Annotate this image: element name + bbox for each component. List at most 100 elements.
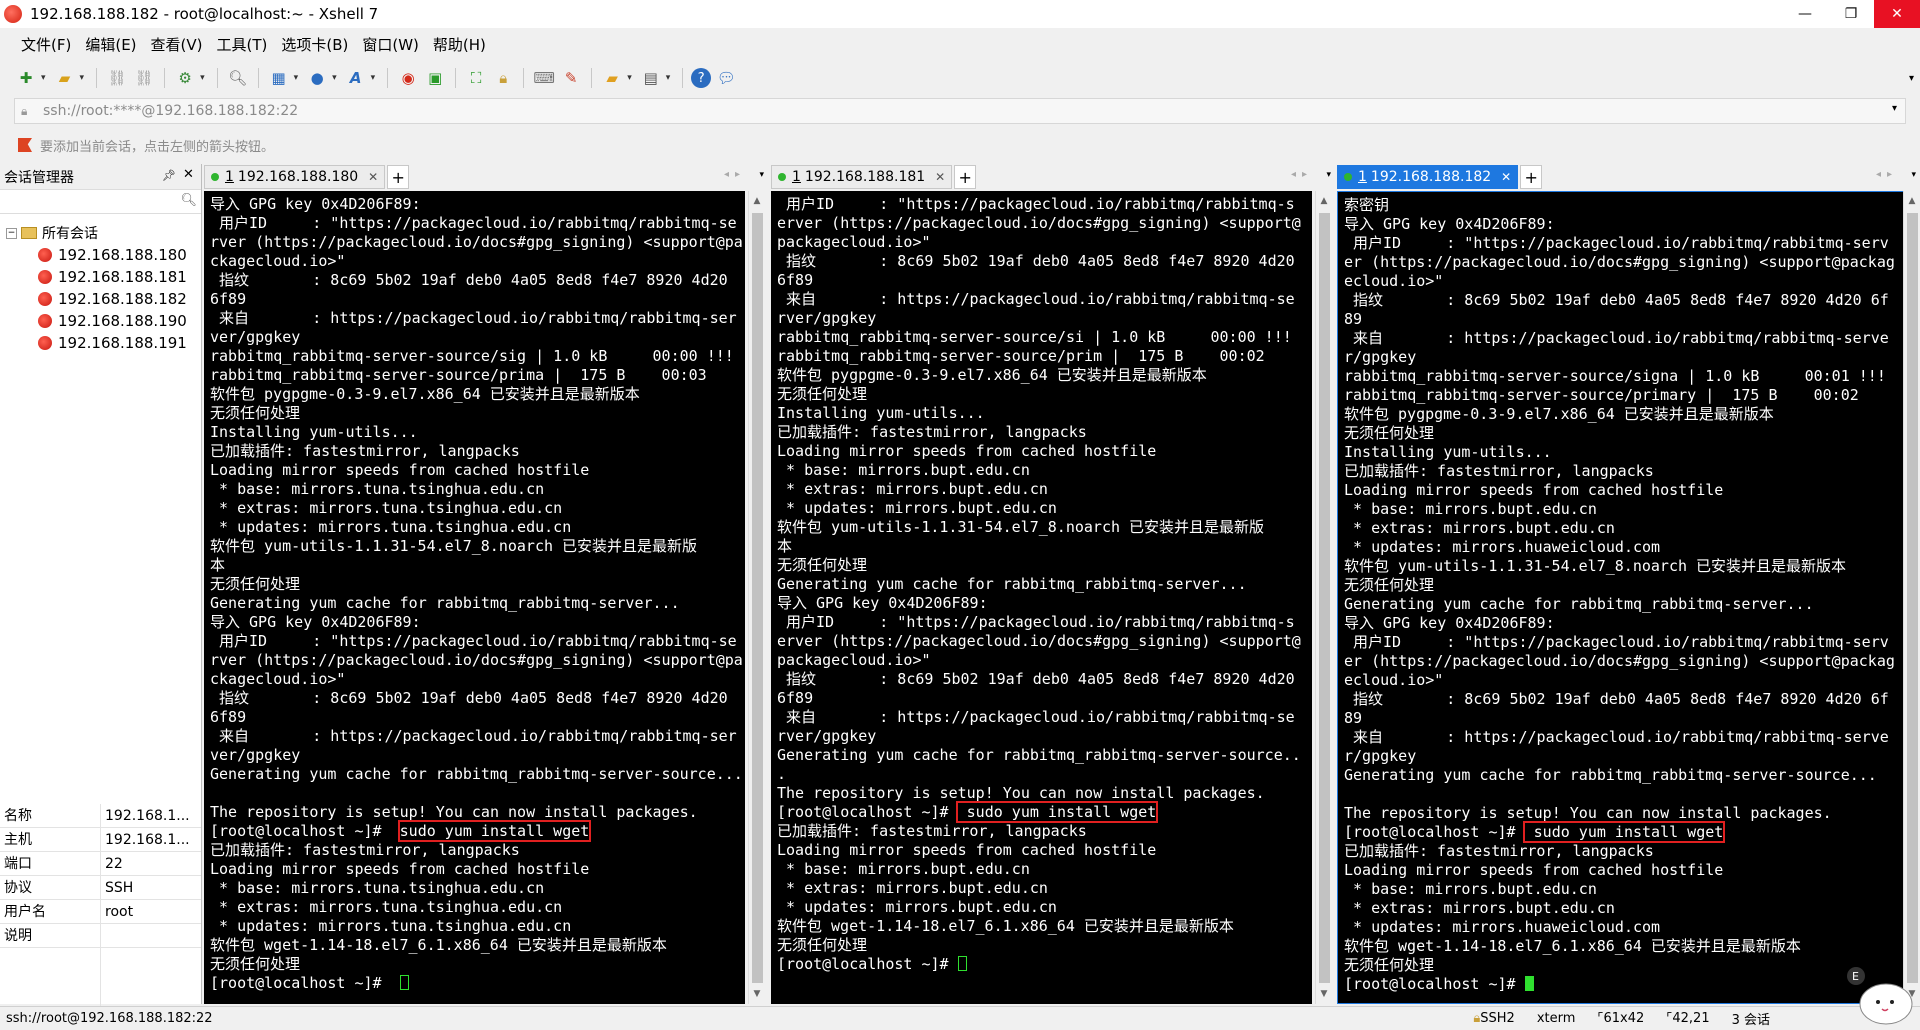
scroll-up-icon[interactable]: ▲ bbox=[1904, 193, 1920, 209]
scroll-down-icon[interactable]: ▼ bbox=[1316, 986, 1332, 1002]
disconnect-icon[interactable]: ⛓ bbox=[132, 67, 156, 89]
menu-view[interactable]: 查看(V) bbox=[144, 34, 210, 55]
scroll-up-icon[interactable]: ▲ bbox=[1316, 193, 1332, 209]
add-tab-button[interactable]: + bbox=[954, 165, 977, 189]
chevron-down-icon[interactable]: ▾ bbox=[1909, 73, 1914, 84]
add-tab-button[interactable]: + bbox=[387, 165, 410, 189]
close-icon[interactable]: ✕ bbox=[183, 167, 194, 182]
terminal-pane-180: 1 192.168.188.180 ✕ + ◂▸ ▾ 导入 GPG key 0x… bbox=[204, 164, 768, 1004]
scroll-up-icon[interactable]: ▲ bbox=[749, 193, 765, 209]
menu-help[interactable]: 帮助(H) bbox=[426, 34, 493, 55]
close-tab-icon[interactable]: ✕ bbox=[368, 170, 378, 184]
terminal-line: 软件包 wget-1.14-18.el7_6.1.x86_64 已安装并且是最新… bbox=[1344, 937, 1801, 955]
address-input[interactable]: ssh://root:****@192.168.188.182:22 bbox=[43, 103, 298, 119]
terminal-output[interactable]: 导入 GPG key 0x4D206F89: 用户ID : "https://p… bbox=[204, 191, 745, 1004]
scrollbar-thumb[interactable] bbox=[1319, 213, 1330, 983]
property-key: 名称 bbox=[0, 804, 101, 827]
new-session-icon[interactable]: ✚ bbox=[14, 67, 38, 89]
close-tab-icon[interactable]: ✕ bbox=[1501, 170, 1511, 184]
globe-icon[interactable]: ● bbox=[305, 67, 329, 89]
new-tab-group-icon[interactable]: ▰ bbox=[600, 67, 624, 89]
tab-list-menu-icon[interactable]: ▾ bbox=[759, 170, 764, 180]
terminal-line: Generating yum cache for rabbitmq_rabbit… bbox=[777, 746, 1301, 764]
terminal-line: 软件包 yum-utils-1.1.31-54.el7_8.noarch 已安装… bbox=[1344, 557, 1847, 575]
lock-icon[interactable]: 🔒︎ bbox=[491, 67, 515, 89]
terminal-line: * updates: mirrors.tuna.tsinghua.edu.cn bbox=[210, 518, 572, 536]
terminal-line: rabbitmq_rabbitmq-server-source/prim | 1… bbox=[777, 347, 1265, 365]
reconnect-icon[interactable]: ⛓ bbox=[105, 67, 129, 89]
chevron-down-icon[interactable]: ▾ bbox=[1892, 103, 1897, 114]
chat-icon[interactable]: 💬︎ bbox=[714, 67, 738, 89]
property-row: 主机 192.168.1... bbox=[0, 828, 201, 852]
tab-list-menu-icon[interactable]: ▾ bbox=[1326, 170, 1331, 180]
session-icon bbox=[38, 248, 52, 262]
scrollbar-thumb[interactable] bbox=[752, 213, 763, 983]
chevron-down-icon[interactable]: ▾ bbox=[80, 73, 85, 83]
tab-scroll-arrows-icon[interactable]: ◂▸ bbox=[1876, 169, 1898, 180]
layout-icon[interactable]: ▤ bbox=[639, 67, 663, 89]
terminal-line: * updates: mirrors.bupt.edu.cn bbox=[777, 499, 1057, 517]
menu-tabs[interactable]: 选项卡(B) bbox=[274, 34, 355, 55]
tab-scroll-arrows-icon[interactable]: ◂▸ bbox=[724, 169, 746, 180]
session-item[interactable]: 192.168.188.182 bbox=[0, 288, 201, 310]
maximize-button[interactable]: ❐ bbox=[1828, 0, 1874, 28]
chevron-down-icon[interactable]: ▾ bbox=[332, 73, 337, 83]
terminal-line: 无须任何处理 bbox=[210, 955, 301, 973]
xshell-icon[interactable]: ◉ bbox=[396, 67, 420, 89]
font-icon[interactable]: A bbox=[344, 67, 368, 89]
open-folder-icon[interactable]: ▰ bbox=[53, 67, 77, 89]
terminal-prompt: [root@localhost ~]# bbox=[1344, 823, 1516, 841]
menu-window[interactable]: 窗口(W) bbox=[355, 34, 426, 55]
scroll-down-icon[interactable]: ▼ bbox=[749, 986, 765, 1002]
terminal-line: 软件包 pygpgme-0.3-9.el7.x86_64 已安装并且是最新版本 bbox=[210, 385, 640, 403]
add-tab-button[interactable]: + bbox=[1520, 165, 1543, 189]
terminal-line: * base: mirrors.bupt.edu.cn bbox=[1344, 500, 1597, 518]
session-search-input[interactable]: 🔍︎ bbox=[0, 190, 201, 214]
bookmark-icon[interactable] bbox=[18, 138, 32, 152]
chevron-down-icon[interactable]: ▾ bbox=[41, 73, 46, 83]
menu-edit[interactable]: 编辑(E) bbox=[78, 34, 143, 55]
menu-tools[interactable]: 工具(T) bbox=[210, 34, 275, 55]
terminal-scrollbar[interactable]: ▲ ▼ bbox=[748, 191, 765, 1004]
pin-icon[interactable]: 📌︎ bbox=[162, 169, 176, 182]
property-key: 说明 bbox=[0, 924, 101, 947]
collapse-icon[interactable]: − bbox=[6, 227, 17, 239]
tab-session-180[interactable]: 1 192.168.188.180 ✕ bbox=[204, 165, 386, 189]
terminal-scrollbar[interactable]: ▲ ▼ bbox=[1903, 191, 1920, 1004]
session-item[interactable]: 192.168.188.190 bbox=[0, 310, 201, 332]
tree-root-all-sessions[interactable]: − 所有会话 bbox=[0, 222, 201, 244]
highlight-icon[interactable]: ✎ bbox=[559, 67, 583, 89]
menu-file[interactable]: 文件(F) bbox=[14, 34, 78, 55]
terminal-line: 导入 GPG key 0x4D206F89: bbox=[777, 594, 988, 612]
chevron-down-icon[interactable]: ▾ bbox=[294, 73, 299, 83]
tab-list-menu-icon[interactable]: ▾ bbox=[1911, 170, 1916, 180]
help-icon[interactable]: ? bbox=[691, 68, 712, 88]
tab-session-182[interactable]: 1 192.168.188.182 ✕ bbox=[1337, 165, 1519, 189]
close-button[interactable]: ✕ bbox=[1874, 0, 1920, 28]
terminal-scrollbar[interactable]: ▲ ▼ bbox=[1315, 191, 1332, 1004]
session-item[interactable]: 192.168.188.191 bbox=[0, 332, 201, 354]
color-scheme-icon[interactable]: ▦ bbox=[267, 67, 291, 89]
chevron-down-icon[interactable]: ▾ bbox=[371, 73, 376, 83]
chevron-down-icon[interactable]: ▾ bbox=[200, 73, 205, 83]
address-bar[interactable]: 🔒︎ ssh://root:****@192.168.188.182:22 ▾ bbox=[14, 98, 1906, 124]
fullscreen-icon[interactable]: ⛶ bbox=[464, 67, 488, 89]
search-icon[interactable]: 🔍︎ bbox=[180, 193, 197, 208]
chevron-down-icon[interactable]: ▾ bbox=[627, 73, 632, 83]
terminal-output[interactable]: 用户ID : "https://packagecloud.io/rabbitmq… bbox=[771, 191, 1312, 1004]
xftp-icon[interactable]: ▣ bbox=[423, 67, 447, 89]
properties-icon[interactable]: ⚙ bbox=[173, 67, 197, 89]
keyboard-icon[interactable]: ⌨ bbox=[532, 67, 556, 89]
tab-scroll-arrows-icon[interactable]: ◂▸ bbox=[1291, 169, 1313, 180]
minimize-button[interactable]: — bbox=[1782, 0, 1828, 28]
session-item[interactable]: 192.168.188.180 bbox=[0, 244, 201, 266]
terminal-line: 指纹 : 8c69 5b02 19af deb0 4a05 8ed8 f4e7 … bbox=[777, 252, 1295, 270]
tab-session-181[interactable]: 1 192.168.188.181 ✕ bbox=[771, 165, 953, 189]
find-icon[interactable]: 🔍︎ bbox=[226, 67, 250, 89]
session-item[interactable]: 192.168.188.181 bbox=[0, 266, 201, 288]
terminal-output[interactable]: 索密钥 导入 GPG key 0x4D206F89: 用户ID : "https:… bbox=[1337, 191, 1904, 1004]
scrollbar-thumb[interactable] bbox=[1907, 213, 1918, 983]
chevron-down-icon[interactable]: ▾ bbox=[666, 73, 671, 83]
terminal-line: Loading mirror speeds from cached hostfi… bbox=[210, 461, 590, 479]
close-tab-icon[interactable]: ✕ bbox=[935, 170, 945, 184]
